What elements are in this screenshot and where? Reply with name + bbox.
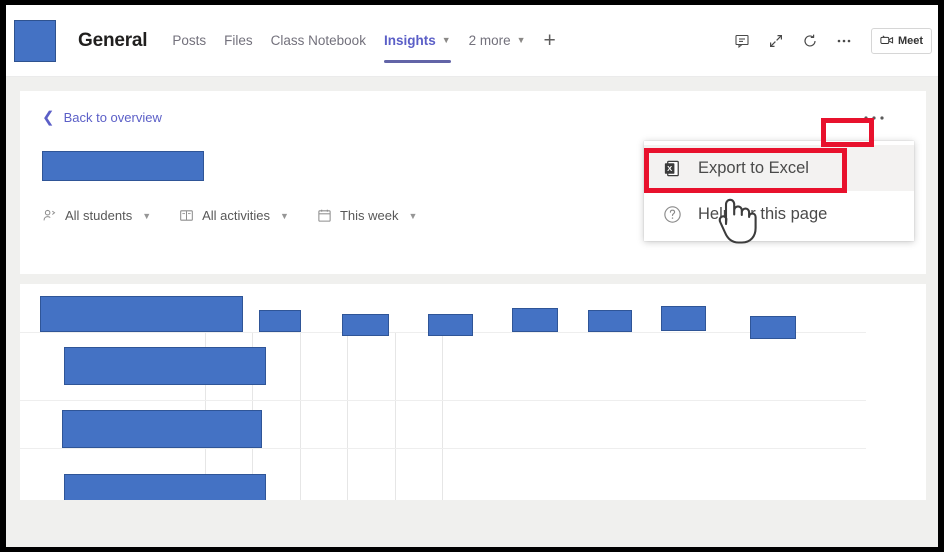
chat-icon[interactable]	[727, 26, 757, 56]
insights-data-table	[20, 284, 926, 500]
refresh-icon[interactable]	[795, 26, 825, 56]
more-options-icon[interactable]	[829, 26, 859, 56]
tab-2-more[interactable]: 2 more ▼	[460, 5, 535, 77]
table-header-redaction	[588, 310, 632, 332]
tab-files-label: Files	[224, 33, 253, 48]
filter-all-activities[interactable]: All activities ▼	[179, 208, 289, 223]
table-row-separator	[20, 400, 866, 401]
tab-files[interactable]: Files	[215, 5, 262, 77]
menu-item-help-for-this-page-label: Help for this page	[698, 204, 828, 223]
add-tab-button[interactable]: +	[535, 5, 565, 77]
filter-all-students-label: All students	[65, 208, 133, 223]
filter-all-students[interactable]: All students ▼	[42, 208, 151, 223]
table-cell-redaction	[64, 474, 266, 500]
camera-icon	[880, 34, 894, 49]
table-gridline	[300, 332, 301, 500]
back-to-overview-link[interactable]: ❮ Back to overview	[42, 110, 162, 125]
channel-tab-list: Posts Files Class Notebook Insights ▼ 2 …	[163, 5, 564, 77]
chevron-down-icon: ▼	[408, 210, 418, 221]
meet-button[interactable]: Meet	[870, 28, 932, 54]
meet-button-label: Meet	[897, 35, 923, 47]
menu-item-export-to-excel[interactable]: X Export to Excel	[644, 145, 914, 191]
table-header-redaction	[40, 296, 243, 332]
table-gridline	[442, 332, 443, 500]
tab-insights-label: Insights	[383, 33, 436, 48]
table-row-separator	[20, 448, 866, 449]
table-cell-redaction	[64, 347, 266, 385]
team-avatar	[14, 19, 56, 62]
table-gridline	[395, 332, 396, 500]
insights-more-options-button[interactable]	[854, 105, 894, 131]
table-gridline	[347, 332, 348, 500]
filter-all-activities-label: All activities	[202, 208, 271, 223]
table-header-redaction	[750, 316, 796, 339]
filter-this-week-label: This week	[339, 208, 399, 223]
person-icon	[42, 208, 57, 223]
table-cell-redaction	[62, 410, 262, 448]
tab-class-notebook-label: Class Notebook	[270, 33, 366, 48]
insights-context-menu: X Export to Excel Help for this page	[644, 141, 914, 241]
teams-insights-window: General Posts Files Class Notebook Insig…	[0, 0, 944, 552]
filter-this-week[interactable]: This week ▼	[317, 208, 417, 223]
back-to-overview-label: Back to overview	[63, 110, 162, 125]
menu-item-help-for-this-page[interactable]: Help for this page	[644, 191, 914, 237]
tab-class-notebook[interactable]: Class Notebook	[262, 5, 375, 77]
chevron-left-icon: ❮	[42, 109, 55, 126]
tab-insights[interactable]: Insights ▼	[375, 5, 460, 77]
tab-posts-label: Posts	[172, 33, 207, 48]
table-header-redaction	[428, 314, 473, 336]
table-header-redaction	[259, 310, 301, 332]
tab-posts[interactable]: Posts	[163, 5, 215, 77]
chevron-down-icon: ▼	[516, 35, 526, 45]
report-title-redacted	[42, 151, 204, 181]
channel-header: General Posts Files Class Notebook Insig…	[6, 5, 938, 77]
calendar-icon	[317, 208, 332, 223]
chevron-down-icon: ▼	[280, 210, 289, 221]
table-header-redaction	[342, 314, 389, 336]
expand-icon[interactable]	[761, 26, 791, 56]
table-header-redaction	[512, 308, 558, 332]
chevron-down-icon: ▼	[142, 210, 152, 221]
table-header-redaction	[661, 306, 706, 331]
book-icon	[179, 208, 194, 223]
tab-2-more-label: 2 more	[468, 33, 511, 48]
help-circle-icon	[662, 204, 684, 225]
header-action-bar: Meet	[727, 5, 932, 77]
menu-item-export-to-excel-label: Export to Excel	[698, 158, 809, 177]
page-title: General	[78, 29, 148, 51]
chevron-down-icon: ▼	[441, 35, 451, 45]
excel-icon: X	[662, 158, 684, 179]
